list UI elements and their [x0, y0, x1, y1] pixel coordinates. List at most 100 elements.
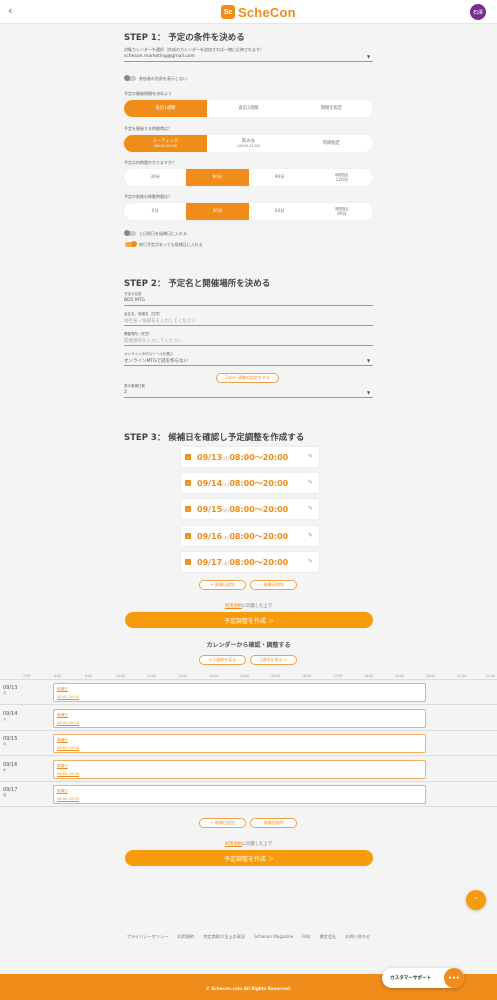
candidate-date: 09/15: [197, 504, 223, 514]
add-candidate-button-bottom[interactable]: + 候補日追加: [199, 818, 246, 828]
support-label: カスタマーサポート: [390, 976, 432, 981]
prev-week-button[interactable]: < 1週前を見る: [199, 655, 246, 665]
online-tool-select[interactable]: オンラインMTGで話を作らない: [124, 358, 188, 364]
checkbox-checked-icon[interactable]: ✓: [185, 480, 191, 486]
duration-option-30[interactable]: 30分: [124, 169, 186, 186]
footer-link-company[interactable]: 運営会社: [319, 934, 336, 940]
calendar-row-date: 09/16 木: [3, 763, 17, 773]
candidate-item[interactable]: ✓ 09/17(金)08:00～20:00 ✎: [181, 552, 319, 572]
terms-notice-bottom: 利用規約に同意した上で: [0, 841, 497, 847]
footer-link-magazine[interactable]: Schecon Magazine: [254, 934, 293, 940]
place-input[interactable]: 開催場所を入力してください: [124, 338, 182, 344]
duration-option-120[interactable]: 時間指定 120分: [311, 169, 373, 186]
calendar-row-date: 09/15 水: [3, 737, 17, 747]
duration-option-60[interactable]: 60分: [186, 169, 249, 186]
delete-candidate-button[interactable]: 候補日削除: [250, 580, 297, 590]
candidate-datetime: 09/15(水)08:00～20:00: [197, 504, 288, 515]
duration-segment: 30分 60分 90分 時間指定 120分: [124, 169, 373, 186]
calendar-event[interactable]: 候補日 08:00-20:00: [53, 785, 426, 804]
footer-link-privacy[interactable]: プライバシーポリシー: [127, 934, 169, 940]
calendar-event[interactable]: 候補日 08:00-20:00: [53, 683, 426, 702]
duration-label: 予定は何時間かかりますか？: [124, 160, 176, 165]
candidate-item[interactable]: ✓ 09/13(月)08:00～20:00 ✎: [181, 447, 319, 467]
hour-label: 7:00: [23, 674, 31, 678]
create-schedule-button-bottom[interactable]: 予定調整を作成 ＞: [125, 850, 373, 866]
footer-link-commerce[interactable]: 特定商取引法上の表記: [203, 934, 245, 940]
app-logo[interactable]: Sc ScheCon: [221, 4, 296, 20]
zoom-settings-button[interactable]: Zoom 連携の設定をする: [216, 373, 279, 383]
edit-pencil-icon[interactable]: ✎: [308, 532, 313, 539]
terms-link[interactable]: 利用規約: [225, 842, 242, 847]
checkbox-checked-icon[interactable]: ✓: [185, 454, 191, 460]
calendar-row: 09/17 金 候補日 08:00-20:00: [0, 782, 497, 807]
step1-title: STEP 1： 予定の条件を決める: [124, 33, 245, 43]
place-underline: [124, 345, 373, 346]
period-option-2weeks[interactable]: 直近2週間: [207, 100, 290, 117]
candidate-date: 09/17: [197, 557, 223, 567]
logo-mark: Sc: [221, 5, 235, 19]
time-option-custom[interactable]: 時間指定: [290, 135, 373, 152]
add-candidate-button[interactable]: + 候補日追加: [199, 580, 246, 590]
hour-label: 21:00: [457, 674, 467, 678]
delete-candidate-button-bottom[interactable]: 候補日削除: [250, 818, 297, 828]
period-option-custom[interactable]: 期間を指定: [290, 100, 373, 117]
holiday-toggle[interactable]: [124, 230, 136, 236]
footer-link-contact[interactable]: お問い合わせ: [345, 934, 370, 940]
travel-option-90[interactable]: 時間指定 90分: [311, 203, 373, 220]
candidate-count-label: 表示候補日数: [124, 384, 145, 388]
chat-bubble-icon[interactable]: •••: [444, 968, 464, 988]
hide-attendee-toggle[interactable]: [124, 75, 136, 81]
calendar-row: 09/13 月 候補日 08:00-20:00: [0, 680, 497, 705]
travel-option-0[interactable]: 0分: [124, 203, 186, 220]
holiday-label: 土日祝日を候補日に入れる: [139, 231, 187, 236]
chevron-down-icon[interactable]: ▼: [367, 54, 370, 59]
duration-option-90[interactable]: 90分: [249, 169, 311, 186]
calendar-row-date: 09/14 火: [3, 712, 17, 722]
chevron-down-icon[interactable]: ▼: [367, 390, 370, 395]
calendar-event[interactable]: 候補日 08:00-20:00: [53, 709, 426, 728]
footer-link-faq[interactable]: FAQ: [302, 934, 310, 940]
calendar-event[interactable]: 候補日 08:00-20:00: [53, 734, 426, 753]
company-input[interactable]: 会社名・候補名を入力してください: [124, 318, 196, 324]
terms-link[interactable]: 利用規約: [225, 604, 242, 609]
next-week-button[interactable]: 1週次を見る >: [250, 655, 297, 665]
candidate-datetime: 09/17(金)08:00～20:00: [197, 557, 288, 568]
user-avatar[interactable]: 石澤: [470, 4, 486, 20]
calendar-event[interactable]: 候補日 08:00-20:00: [53, 760, 426, 779]
chevron-down-icon[interactable]: ▼: [367, 358, 370, 363]
online-tool-label: オンライン(MTG)ツールを選ぶ: [124, 352, 174, 356]
calendar-row-date: 09/17 金: [3, 788, 17, 798]
hour-label: 9:00: [85, 674, 93, 678]
candidate-item[interactable]: ✓ 09/16(木)08:00～20:00 ✎: [181, 526, 319, 546]
travel-option-60[interactable]: 60分: [249, 203, 311, 220]
event-title: 候補日: [57, 764, 68, 768]
calendar-select-value[interactable]: schecon.marketing@gmail.com: [124, 54, 195, 59]
time-range-label: 予定を開催する時間帯は？: [124, 126, 172, 131]
customer-support-button[interactable]: カスタマーサポート •••: [382, 968, 464, 988]
edit-pencil-icon[interactable]: ✎: [308, 505, 313, 512]
chevron-up-icon[interactable]: ⌃: [466, 890, 486, 910]
event-name-input[interactable]: BD5 MTG: [124, 298, 145, 303]
checkbox-checked-icon[interactable]: ✓: [185, 533, 191, 539]
event-title: 候補日: [57, 789, 68, 793]
create-schedule-button[interactable]: 予定調整を作成 ＞: [125, 612, 373, 628]
travel-label: 予定の前後の移動時間は？: [124, 194, 172, 199]
travel-option-30[interactable]: 30分: [186, 203, 249, 220]
candidate-item[interactable]: ✓ 09/15(水)08:00～20:00 ✎: [181, 499, 319, 519]
candidate-count-select[interactable]: 2: [124, 390, 127, 395]
footer-link-terms[interactable]: 利用規約: [178, 934, 195, 940]
edit-pencil-icon[interactable]: ✎: [308, 479, 313, 486]
hour-label: 17:00: [333, 674, 343, 678]
edit-pencil-icon[interactable]: ✎: [308, 558, 313, 565]
chevron-left-icon[interactable]: ‹: [8, 5, 12, 17]
period-option-1week[interactable]: 直近1週間: [124, 100, 207, 117]
checkbox-checked-icon[interactable]: ✓: [185, 506, 191, 512]
allday-toggle[interactable]: [125, 241, 137, 247]
candidate-datetime: 09/13(月)08:00～20:00: [197, 452, 288, 463]
checkbox-checked-icon[interactable]: ✓: [185, 559, 191, 565]
time-option-drinks[interactable]: 飲み会 (18:00-23:00): [207, 135, 290, 152]
candidate-item[interactable]: ✓ 09/14(火)08:00～20:00 ✎: [181, 473, 319, 493]
edit-pencil-icon[interactable]: ✎: [308, 453, 313, 460]
time-option-meeting[interactable]: ミーティング (08:00-20:00): [124, 135, 207, 152]
candidate-datetime: 09/16(木)08:00～20:00: [197, 531, 288, 542]
